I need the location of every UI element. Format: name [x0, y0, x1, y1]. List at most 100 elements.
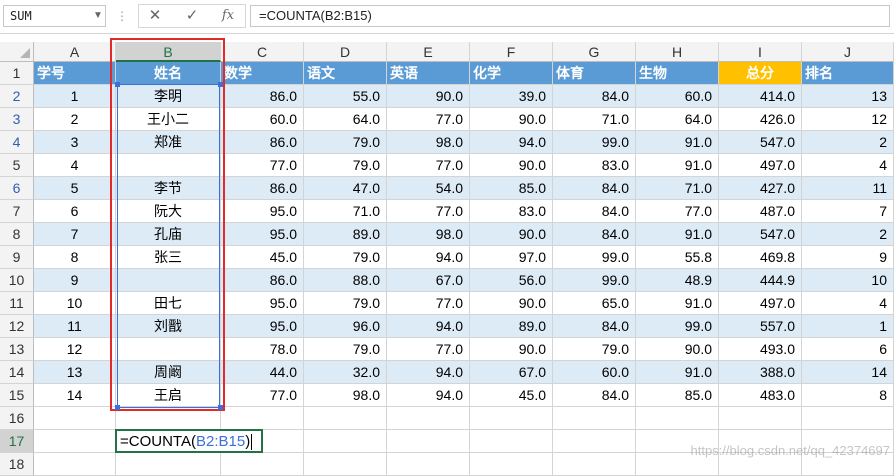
cell-b10[interactable] — [116, 269, 221, 292]
cell-g9[interactable]: 99.0 — [553, 246, 636, 269]
cell-c6[interactable]: 86.0 — [221, 177, 304, 200]
cell-d10[interactable]: 88.0 — [304, 269, 387, 292]
cell-a7[interactable]: 6 — [34, 200, 116, 223]
cell-j11[interactable]: 4 — [802, 292, 894, 315]
cell-a13[interactable]: 12 — [34, 338, 116, 361]
cell-d3[interactable]: 64.0 — [304, 108, 387, 131]
cell-g11[interactable]: 65.0 — [553, 292, 636, 315]
row-header-9[interactable]: 9 — [0, 246, 34, 269]
cell-h4[interactable]: 91.0 — [636, 131, 719, 154]
cell-f11[interactable]: 90.0 — [470, 292, 553, 315]
cell-d4[interactable]: 79.0 — [304, 131, 387, 154]
column-header-g[interactable]: G — [553, 42, 636, 62]
cell-b3[interactable]: 王小二 — [116, 108, 221, 131]
cell-a10[interactable]: 9 — [34, 269, 116, 292]
cell-b9[interactable]: 张三 — [116, 246, 221, 269]
cell-j3[interactable]: 12 — [802, 108, 894, 131]
cell-b8[interactable]: 孔庙 — [116, 223, 221, 246]
cell-g17[interactable] — [553, 430, 636, 453]
cell-e10[interactable]: 67.0 — [387, 269, 470, 292]
cell-d13[interactable]: 79.0 — [304, 338, 387, 361]
cell-h15[interactable]: 85.0 — [636, 384, 719, 407]
cell-a4[interactable]: 3 — [34, 131, 116, 154]
cell-a3[interactable]: 2 — [34, 108, 116, 131]
spreadsheet-grid[interactable]: A B C D E F G H I J 1 2 3 4 5 6 7 8 9 10 11 12 13 14 15 16 17 18 学号姓… — [0, 42, 894, 476]
cell-j12[interactable]: 1 — [802, 315, 894, 338]
row-header-8[interactable]: 8 — [0, 223, 34, 246]
cell-c8[interactable]: 95.0 — [221, 223, 304, 246]
cell-i14[interactable]: 388.0 — [719, 361, 802, 384]
column-header-j[interactable]: J — [802, 42, 894, 62]
row-header-7[interactable]: 7 — [0, 200, 34, 223]
cell-a2[interactable]: 1 — [34, 85, 116, 108]
cell-d12[interactable]: 96.0 — [304, 315, 387, 338]
row-header-1[interactable]: 1 — [0, 62, 34, 85]
column-header-a[interactable]: A — [34, 42, 116, 62]
cell-f7[interactable]: 83.0 — [470, 200, 553, 223]
cell-j5[interactable]: 4 — [802, 154, 894, 177]
cell-h11[interactable]: 91.0 — [636, 292, 719, 315]
cell-b6[interactable]: 李节 — [116, 177, 221, 200]
cell-g12[interactable]: 84.0 — [553, 315, 636, 338]
cell-d8[interactable]: 89.0 — [304, 223, 387, 246]
row-header-4[interactable]: 4 — [0, 131, 34, 154]
cell-e3[interactable]: 77.0 — [387, 108, 470, 131]
header-cell-c[interactable]: 数学 — [221, 62, 304, 85]
column-header-b[interactable]: B — [116, 42, 221, 62]
row-header-6[interactable]: 6 — [0, 177, 34, 200]
cell-e8[interactable]: 98.0 — [387, 223, 470, 246]
cell-c5[interactable]: 77.0 — [221, 154, 304, 177]
cell-i4[interactable]: 547.0 — [719, 131, 802, 154]
cell-f3[interactable]: 90.0 — [470, 108, 553, 131]
cell-e12[interactable]: 94.0 — [387, 315, 470, 338]
cell-g5[interactable]: 83.0 — [553, 154, 636, 177]
cell-a14[interactable]: 13 — [34, 361, 116, 384]
row-header-11[interactable]: 11 — [0, 292, 34, 315]
cell-c13[interactable]: 78.0 — [221, 338, 304, 361]
cell-i9[interactable]: 469.8 — [719, 246, 802, 269]
cell-a16[interactable] — [34, 407, 116, 430]
cell-d6[interactable]: 47.0 — [304, 177, 387, 200]
cell-c15[interactable]: 77.0 — [221, 384, 304, 407]
enter-icon[interactable]: ✓ — [178, 6, 206, 26]
cell-f16[interactable] — [470, 407, 553, 430]
range-handle[interactable] — [218, 405, 223, 410]
cell-e11[interactable]: 77.0 — [387, 292, 470, 315]
cell-b4[interactable]: 郑准 — [116, 131, 221, 154]
cell-h14[interactable]: 91.0 — [636, 361, 719, 384]
cell-i13[interactable]: 493.0 — [719, 338, 802, 361]
cell-j14[interactable]: 14 — [802, 361, 894, 384]
cell-e17[interactable] — [387, 430, 470, 453]
cell-f6[interactable]: 85.0 — [470, 177, 553, 200]
cell-g8[interactable]: 84.0 — [553, 223, 636, 246]
cell-j4[interactable]: 2 — [802, 131, 894, 154]
cell-h6[interactable]: 71.0 — [636, 177, 719, 200]
cell-i8[interactable]: 547.0 — [719, 223, 802, 246]
cell-f14[interactable]: 67.0 — [470, 361, 553, 384]
cell-i6[interactable]: 427.0 — [719, 177, 802, 200]
cell-g7[interactable]: 84.0 — [553, 200, 636, 223]
drag-handle-icon[interactable]: ⋮ — [116, 6, 128, 26]
header-cell-b[interactable]: 姓名 — [116, 62, 221, 85]
cell-c14[interactable]: 44.0 — [221, 361, 304, 384]
header-cell-g[interactable]: 体育 — [553, 62, 636, 85]
cell-g15[interactable]: 84.0 — [553, 384, 636, 407]
header-cell-d[interactable]: 语文 — [304, 62, 387, 85]
cell-f10[interactable]: 56.0 — [470, 269, 553, 292]
header-cell-e[interactable]: 英语 — [387, 62, 470, 85]
cell-b13[interactable] — [116, 338, 221, 361]
cell-b14[interactable]: 周阚 — [116, 361, 221, 384]
cell-a12[interactable]: 11 — [34, 315, 116, 338]
cell-c12[interactable]: 95.0 — [221, 315, 304, 338]
header-cell-j[interactable]: 排名 — [802, 62, 894, 85]
cell-d17[interactable] — [304, 430, 387, 453]
cell-g18[interactable] — [553, 453, 636, 476]
cell-b7[interactable]: 阮大 — [116, 200, 221, 223]
cell-f12[interactable]: 89.0 — [470, 315, 553, 338]
formula-input[interactable]: =COUNTA(B2:B15) — [250, 5, 890, 27]
cell-j2[interactable]: 13 — [802, 85, 894, 108]
cell-i11[interactable]: 497.0 — [719, 292, 802, 315]
cell-e2[interactable]: 90.0 — [387, 85, 470, 108]
cell-f15[interactable]: 45.0 — [470, 384, 553, 407]
column-header-h[interactable]: H — [636, 42, 719, 62]
